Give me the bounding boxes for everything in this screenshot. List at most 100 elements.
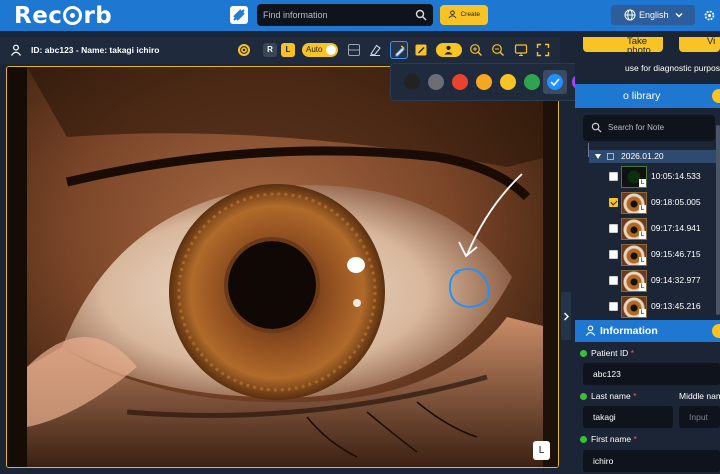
- auto-toggle[interactable]: Auto: [302, 43, 338, 57]
- viewer-toolbar: ID: abc123 - Name: takagi ichiro R L Aut…: [0, 37, 560, 64]
- photo-thumbnail[interactable]: L: [621, 218, 647, 240]
- photo-list-item[interactable]: L 09:15:46.715: [609, 244, 720, 266]
- photo-checkbox[interactable]: [609, 198, 618, 207]
- photo-time: 09:17:14.941: [651, 223, 701, 233]
- eye-image-viewer[interactable]: [6, 66, 559, 468]
- photo-thumbnail[interactable]: L: [621, 244, 647, 266]
- take-photo-label: Take photo: [627, 37, 651, 52]
- language-select[interactable]: English: [611, 5, 695, 25]
- chevron-right-icon: [564, 312, 569, 321]
- color-swatch-gray[interactable]: [428, 74, 444, 90]
- app-logo[interactable]: Rec rb: [14, 3, 112, 29]
- color-swatch-yellow[interactable]: [500, 74, 516, 90]
- compare-icon[interactable]: [514, 43, 528, 57]
- fullscreen-icon[interactable]: [536, 43, 550, 57]
- color-swatch-green[interactable]: [524, 74, 540, 90]
- photo-time: 09:15:46.715: [651, 249, 701, 259]
- patient-id-label: Patient ID *: [580, 348, 634, 358]
- color-swatch-black[interactable]: [404, 74, 420, 90]
- group-checkbox[interactable]: [607, 153, 614, 160]
- photo-time: 09:14:32.977: [651, 275, 701, 285]
- first-name-label: First name *: [580, 434, 637, 444]
- required-mark: *: [630, 348, 635, 358]
- user-icon: [444, 45, 453, 55]
- photo-list-item[interactable]: L 10:05:14.533: [609, 166, 720, 188]
- pen-tool-button[interactable]: [390, 41, 408, 59]
- photo-thumbnail[interactable]: L: [621, 296, 647, 318]
- photo-checkbox[interactable]: [609, 172, 618, 181]
- library-scrollbar[interactable]: [716, 125, 720, 315]
- zoom-out-icon[interactable]: [491, 43, 505, 57]
- caret-down-icon: [595, 154, 601, 159]
- toggle-knob: [326, 45, 336, 55]
- video-button[interactable]: Vi: [679, 37, 720, 52]
- thumb-eye-badge: L: [639, 283, 646, 291]
- first-name-field[interactable]: ichiro: [583, 450, 720, 472]
- color-swatch-red[interactable]: [452, 74, 468, 90]
- gear-icon[interactable]: [703, 9, 716, 22]
- patient-id-field[interactable]: abc123: [583, 363, 720, 385]
- eye-side-badge: L: [533, 441, 550, 460]
- photo-checkbox[interactable]: [609, 250, 618, 259]
- create-label: Create: [460, 11, 480, 18]
- zoom-in-icon[interactable]: [469, 43, 483, 57]
- pen-icon: [395, 45, 405, 57]
- date-group-row[interactable]: 2026.01.20: [589, 150, 720, 163]
- create-button[interactable]: Create: [440, 5, 488, 25]
- user-toggle[interactable]: [436, 43, 462, 57]
- photo-time: 09:13:45.216: [651, 301, 701, 311]
- photo-list-item[interactable]: L 09:18:05.005: [609, 192, 720, 214]
- photo-library-header[interactable]: o library: [575, 84, 720, 108]
- required-mark: *: [633, 434, 637, 444]
- photo-thumbnail[interactable]: L: [621, 166, 647, 188]
- library-toggle[interactable]: [712, 89, 720, 103]
- photo-list-item[interactable]: L 09:17:14.941: [609, 218, 720, 240]
- right-panel: Take photo Vi use for diagnostic purpos …: [575, 37, 720, 474]
- take-photo-button[interactable]: Take photo: [583, 37, 663, 52]
- patient-id-label-text: Patient ID: [591, 348, 629, 358]
- brand-icon[interactable]: [229, 5, 249, 25]
- right-eye-button[interactable]: R: [263, 43, 277, 57]
- user-icon: [585, 325, 596, 336]
- photo-checkbox[interactable]: [609, 302, 618, 311]
- color-swatch-blue[interactable]: [547, 74, 563, 90]
- middle-name-field[interactable]: Input: [679, 406, 720, 428]
- chevron-down-icon: [675, 13, 683, 18]
- photo-checkbox[interactable]: [609, 276, 618, 285]
- required-dot: [580, 349, 587, 357]
- diagnostic-note: use for diagnostic purpos: [625, 63, 720, 73]
- left-eye-button[interactable]: L: [281, 43, 295, 57]
- note-icon[interactable]: [414, 43, 428, 57]
- photo-checkbox[interactable]: [609, 224, 618, 233]
- auto-label: Auto: [306, 45, 323, 54]
- eraser-icon[interactable]: [368, 43, 382, 57]
- required-mark: *: [633, 391, 637, 401]
- color-swatch-orange[interactable]: [476, 74, 492, 90]
- split-view-icon[interactable]: [347, 43, 361, 57]
- photo-thumbnail[interactable]: L: [621, 270, 647, 292]
- video-label: Vi: [707, 37, 716, 47]
- information-toggle[interactable]: [712, 324, 720, 338]
- middle-name-label: Middle nam: [679, 391, 720, 401]
- top-bar: Rec rb Find information Create English: [0, 0, 720, 31]
- search-icon: [415, 9, 427, 21]
- patient-icon: [11, 44, 21, 56]
- required-dot: [580, 392, 587, 400]
- focus-icon[interactable]: [237, 43, 251, 57]
- first-name-label-text: First name: [591, 434, 632, 444]
- last-name-field[interactable]: takagi: [583, 406, 673, 428]
- information-title: Information: [600, 325, 658, 337]
- eye-photo: [7, 67, 558, 467]
- language-label: English: [639, 10, 669, 20]
- thumb-eye-badge: L: [639, 231, 646, 239]
- note-search-input[interactable]: Search for Note: [583, 115, 715, 141]
- search-placeholder: Find information: [263, 10, 328, 20]
- search-input[interactable]: Find information: [257, 4, 433, 26]
- photo-list-item[interactable]: L 09:13:45.216: [609, 296, 720, 318]
- photo-thumbnail[interactable]: L: [621, 192, 647, 214]
- information-header[interactable]: Information: [575, 320, 720, 342]
- library-title: o library: [623, 90, 661, 102]
- thumb-eye-badge: L: [639, 309, 646, 317]
- date-label: 2026.01.20: [621, 151, 664, 161]
- photo-list-item[interactable]: L 09:14:32.977: [609, 270, 720, 292]
